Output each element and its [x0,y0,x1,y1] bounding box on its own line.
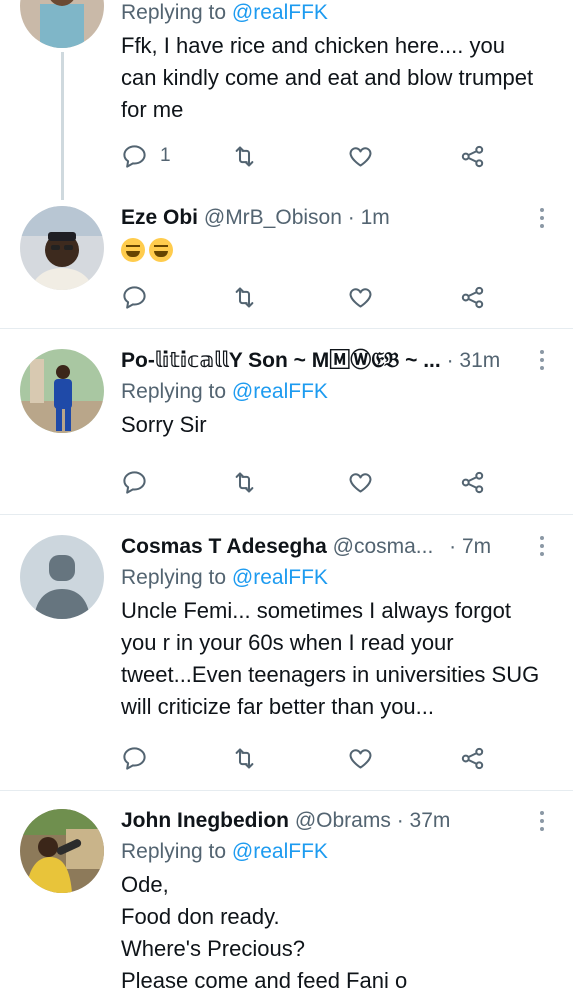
tweet-header: John Inegbedion @Obrams · 37m [121,807,543,835]
tweet-actions: 1 [121,141,501,171]
reply-count: 1 [160,145,171,166]
tweet-text: Ode, Food don ready. Where's Precious? P… [121,869,543,997]
retweet-button[interactable] [231,467,258,497]
mention-link[interactable]: @realFFK [232,566,328,589]
replying-to: Replying to @realFFK [121,380,328,403]
tweet-card[interactable]: Po-𝕝𝕚𝕥𝕚𝕔𝕒𝕝𝕝Y Son ~ M🄼Ⓦ𝔈𝔅 ~ ... · 31m Rep… [0,329,573,514]
retweet-button[interactable] [231,141,258,171]
retweet-icon [235,145,254,167]
heart-icon [349,287,372,308]
comment-icon [123,470,146,494]
tweet-text-line: Ode, [121,872,169,897]
tweet-text-line: Please come and feed Fani o [121,968,408,993]
share-button[interactable] [459,282,486,312]
avatar[interactable] [20,206,104,290]
retweet-icon [235,471,254,493]
reply-button[interactable] [121,467,148,497]
comment-icon [123,285,146,309]
avatar[interactable] [20,809,104,893]
like-button[interactable] [347,467,374,497]
replying-to: Replying to @realFFK [121,840,328,863]
more-vertical-icon[interactable] [539,208,545,232]
reply-button[interactable] [121,282,148,312]
comment-icon [123,746,146,770]
default-avatar-icon [20,535,104,619]
tweet-time[interactable]: · 37m [397,809,451,832]
tweet-time[interactable]: · 7m [449,535,491,558]
display-name[interactable]: Eze Obi [121,206,198,229]
like-button[interactable] [347,282,374,312]
retweet-icon [235,286,254,308]
heart-icon [349,146,372,167]
share-button[interactable] [459,743,486,773]
display-name[interactable]: John Inegbedion [121,809,289,832]
more-vertical-icon[interactable] [539,811,545,835]
replying-to: Replying to @realFFK [121,566,328,589]
user-handle[interactable]: @MrB_Obison [204,206,342,229]
retweet-icon [235,747,254,769]
tweet-text: Ffk, I have rice and chicken here.... yo… [121,33,534,122]
avatar-photo [20,809,104,893]
tweet-header: Eze Obi @MrB_Obison · 1m [121,204,543,232]
mention-link[interactable]: @realFFK [232,1,328,24]
avatar-photo [20,0,104,48]
user-handle[interactable]: @Obrams [295,809,391,832]
tweet-card[interactable]: Cosmas T Adesegha @cosma... · 7m Replyin… [0,515,573,790]
tweet-card[interactable]: Replying to @realFFK Ffk, I have rice an… [0,0,573,200]
heart-icon [349,748,372,769]
tweet-card[interactable]: John Inegbedion @Obrams · 37m Replying t… [0,791,573,1000]
tweet-text: Uncle Femi... sometimes I always forgot … [121,598,540,719]
tweet-actions [121,467,501,497]
rofl-emoji [149,238,173,262]
tweet-actions [121,743,501,773]
display-name[interactable]: Cosmas T Adesegha [121,535,327,558]
thread-line [61,52,64,200]
share-button[interactable] [459,141,486,171]
more-vertical-icon[interactable] [539,536,545,560]
avatar-photo [20,349,104,433]
retweet-button[interactable] [231,743,258,773]
mention-link[interactable]: @realFFK [232,380,328,403]
more-vertical-icon[interactable] [539,350,545,374]
tweet-time[interactable]: · 31m [447,349,501,372]
rofl-emoji [121,238,145,262]
tweet-header: Po-𝕝𝕚𝕥𝕚𝕔𝕒𝕝𝕝Y Son ~ M🄼Ⓦ𝔈𝔅 ~ ... · 31m [121,347,543,375]
tweet-text [121,234,543,266]
like-button[interactable] [347,743,374,773]
comment-icon [123,144,146,168]
share-icon [461,145,484,167]
share-icon [461,286,484,308]
avatar[interactable] [20,535,104,619]
avatar[interactable] [20,0,104,48]
avatar-photo [20,206,104,290]
tweet-time[interactable]: · 1m [348,206,390,229]
avatar[interactable] [20,349,104,433]
tweet-text-line: Food don ready. [121,904,280,929]
reply-button[interactable] [121,743,148,773]
reply-button[interactable]: 1 [121,141,171,171]
share-icon [461,747,484,769]
share-icon [461,471,484,493]
heart-icon [349,472,372,493]
like-button[interactable] [347,141,374,171]
user-handle[interactable]: @cosma... [333,535,434,558]
retweet-button[interactable] [231,282,258,312]
mention-link[interactable]: @realFFK [232,840,328,863]
display-name[interactable]: Po-𝕝𝕚𝕥𝕚𝕔𝕒𝕝𝕝Y Son ~ M🄼Ⓦ𝔈𝔅 ~ ... [121,349,441,372]
replying-to: Replying to @realFFK [121,1,328,24]
tweet-actions [121,282,501,312]
tweet-card[interactable]: Eze Obi @MrB_Obison · 1m [0,190,573,328]
tweet-text-line: Where's Precious? [121,936,305,961]
tweet-header: Cosmas T Adesegha @cosma... · 7m [121,533,543,561]
tweet-text: Sorry Sir [121,412,207,437]
share-button[interactable] [459,467,486,497]
